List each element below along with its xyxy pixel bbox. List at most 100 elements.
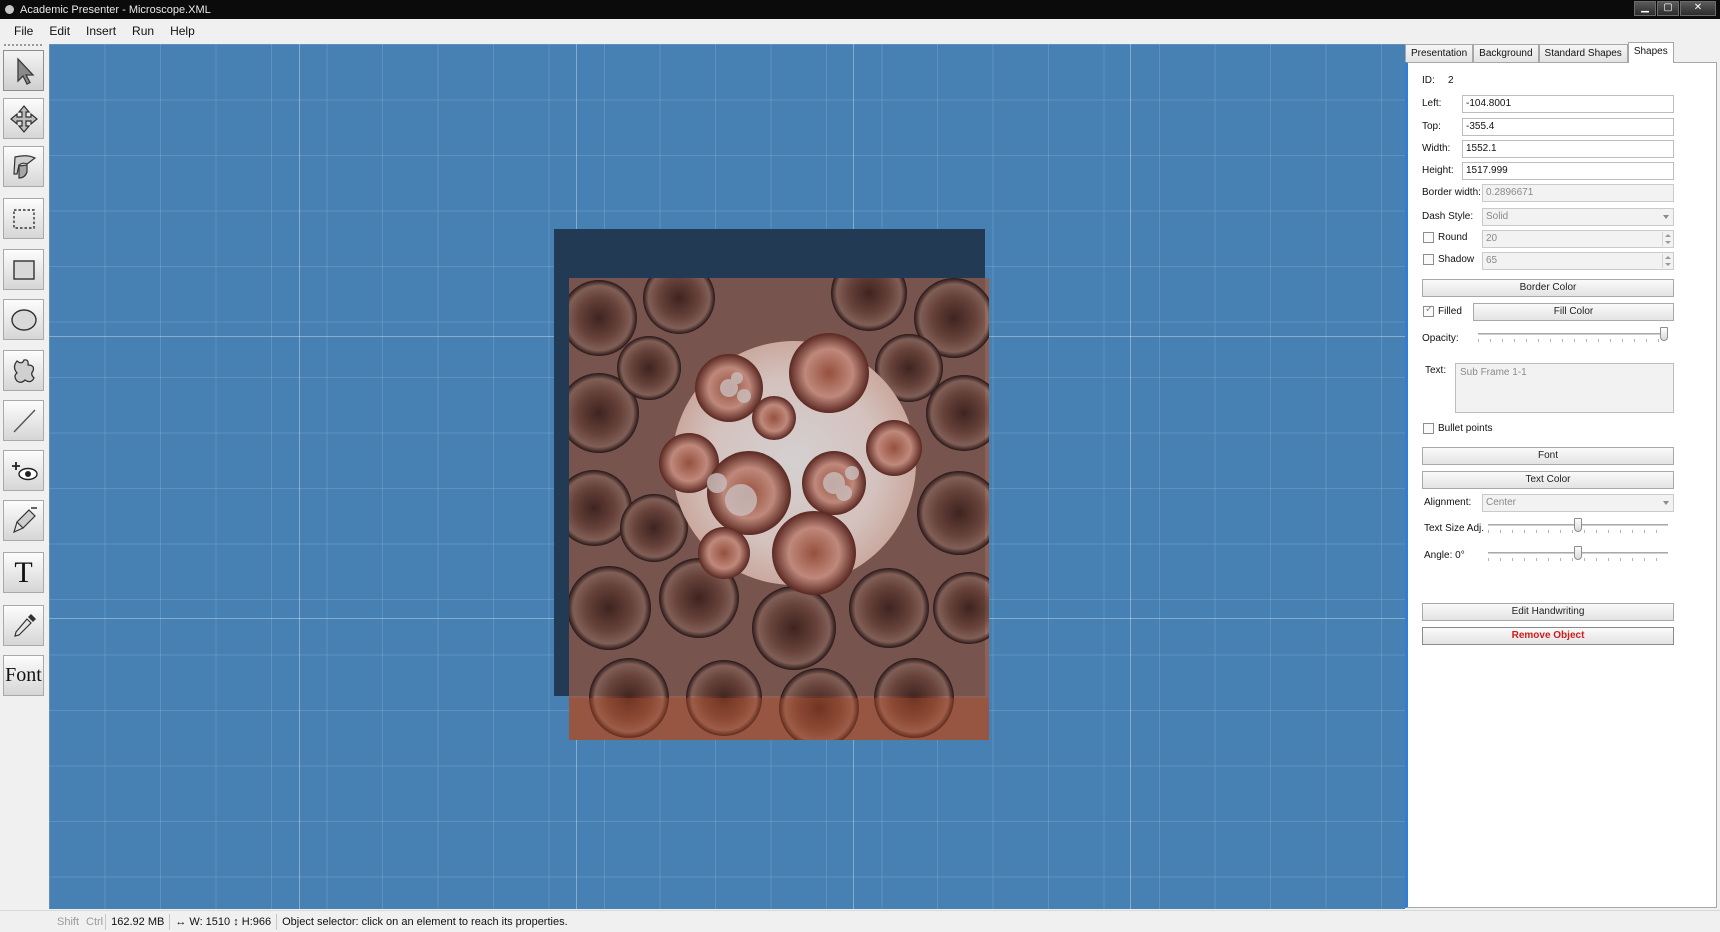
left-input[interactable]: -104.8001 (1462, 95, 1674, 113)
add-view-tool-icon (11, 461, 38, 480)
left-label: Left: (1422, 98, 1442, 109)
text-size-adj-label: Text Size Adj. (1424, 523, 1485, 534)
app-window: Academic Presenter - Microscope.XML ▁ ▢ … (0, 0, 1720, 932)
text-label: Text: (1425, 365, 1447, 376)
shadow-spinbox[interactable]: 65 (1482, 252, 1674, 270)
line-tool-icon (12, 409, 36, 432)
text-area[interactable]: Sub Frame 1-1 (1455, 363, 1674, 413)
id-label: ID: (1422, 75, 1435, 86)
shapes-tab-content: ID: 2 Left: -104.8001 Top: -355.4 Width:… (1405, 62, 1717, 908)
angle-slider[interactable] (1488, 546, 1668, 562)
alignment-value: Center (1486, 497, 1517, 508)
pan-hand-tool-button[interactable] (3, 146, 44, 187)
move-tool-button[interactable] (3, 98, 44, 139)
dash-style-value: Solid (1486, 211, 1509, 222)
move-tool-icon (9, 104, 38, 133)
angle-slider-thumb[interactable] (1574, 546, 1582, 560)
panel-tabs: Presentation Background Standard Shapes … (1405, 42, 1674, 63)
slider-track (1478, 333, 1668, 335)
window-title: Academic Presenter - Microscope.XML (20, 3, 211, 16)
alignment-select[interactable]: Center (1482, 494, 1674, 512)
menu-run[interactable]: Run (124, 24, 162, 38)
text-size-adj-slider[interactable] (1488, 518, 1668, 534)
bullet-points-checkbox[interactable] (1423, 423, 1434, 434)
pointer-tool-button[interactable] (3, 50, 44, 91)
properties-panel: Presentation Background Standard Shapes … (1405, 42, 1720, 910)
sub-frame-overlay (569, 278, 985, 696)
slider-ticks (1478, 339, 1668, 342)
chevron-down-icon (1663, 215, 1669, 219)
round-spinbox[interactable]: 20 (1482, 230, 1674, 248)
chevron-down-icon (1663, 501, 1669, 505)
font-tool-button[interactable]: Font (3, 655, 44, 696)
shadow-label: Shadow (1438, 254, 1475, 265)
status-bar: Shift Ctrl 162.92 MB ↔ W: 1510 ↕ H:966 O… (0, 910, 1720, 932)
pen-tool-button[interactable] (3, 500, 44, 541)
pan-hand-tool-icon (12, 154, 36, 179)
ctrl-indicator: Ctrl (81, 913, 107, 930)
width-label: Width: (1422, 143, 1451, 154)
title-bar: Academic Presenter - Microscope.XML ▁ ▢ … (0, 0, 1720, 19)
width-input[interactable]: 1552.1 (1462, 140, 1674, 158)
tool-palette: T Font (0, 42, 48, 910)
shadow-checkbox[interactable] (1423, 254, 1434, 265)
menu-insert[interactable]: Insert (78, 24, 124, 38)
status-message: Object selector: click on an element to … (282, 915, 568, 928)
freeform-shape-tool-icon (13, 358, 35, 383)
dash-style-label: Dash Style: (1422, 211, 1474, 222)
dash-style-select[interactable]: Solid (1482, 208, 1674, 226)
ellipse-tool-icon (10, 308, 37, 331)
line-tool-button[interactable] (3, 400, 44, 441)
marquee-select-tool-icon (12, 208, 35, 229)
menu-edit[interactable]: Edit (41, 24, 78, 38)
top-label: Top: (1422, 121, 1441, 132)
spinner-arrows-icon (1662, 254, 1672, 268)
pen-tool-icon (12, 506, 37, 533)
menu-file[interactable]: File (6, 24, 41, 38)
close-button[interactable]: ✕ (1680, 1, 1716, 16)
canvas-dimensions: ↔ W: 1510 ↕ H:966 (170, 913, 278, 930)
opacity-slider-thumb[interactable] (1660, 327, 1668, 341)
window-controls: ▁ ▢ ✕ (1634, 1, 1716, 16)
app-icon (5, 5, 14, 14)
slide-canvas[interactable] (49, 44, 1405, 909)
filled-label: Filled (1438, 306, 1462, 317)
text-size-adj-slider-thumb[interactable] (1574, 518, 1582, 532)
menu-bar: File Edit Insert Run Help (0, 19, 1720, 42)
text-tool-button[interactable]: T (3, 552, 44, 593)
tab-standard-shapes[interactable]: Standard Shapes (1538, 44, 1628, 63)
ellipse-tool-button[interactable] (3, 299, 44, 340)
shadow-value: 65 (1486, 255, 1498, 266)
freeform-shape-tool-button[interactable] (3, 350, 44, 391)
add-view-tool-button[interactable] (3, 450, 44, 491)
spinner-arrows-icon (1662, 232, 1672, 246)
tab-background[interactable]: Background (1473, 44, 1539, 63)
top-input[interactable]: -355.4 (1462, 118, 1674, 136)
minimize-button[interactable]: ▁ (1634, 1, 1656, 16)
eyedropper-tool-button[interactable] (3, 605, 44, 646)
height-input[interactable]: 1517.999 (1462, 162, 1674, 180)
opacity-slider[interactable] (1478, 327, 1668, 343)
toolbar-grip[interactable] (4, 44, 42, 46)
tab-presentation[interactable]: Presentation (1405, 44, 1474, 63)
edit-handwriting-button[interactable]: Edit Handwriting (1422, 603, 1674, 621)
filled-checkbox[interactable] (1423, 304, 1434, 317)
border-width-input[interactable]: 0.2896671 (1482, 184, 1674, 202)
remove-object-button[interactable]: Remove Object (1422, 627, 1674, 645)
round-checkbox[interactable] (1423, 232, 1434, 243)
maximize-button[interactable]: ▢ (1657, 1, 1679, 16)
rectangle-tool-button[interactable] (3, 249, 44, 290)
tab-shapes[interactable]: Shapes (1627, 42, 1674, 63)
menu-help[interactable]: Help (162, 24, 203, 38)
border-width-label: Border width: (1422, 187, 1481, 198)
marquee-select-tool-button[interactable] (3, 198, 44, 239)
text-color-button[interactable]: Text Color (1422, 471, 1674, 489)
fill-color-button[interactable]: Fill Color (1473, 303, 1674, 321)
border-color-button[interactable]: Border Color (1422, 279, 1674, 297)
font-button[interactable]: Font (1422, 447, 1674, 465)
id-value: 2 (1448, 75, 1454, 86)
text-tool-icon: T (14, 555, 33, 589)
round-value: 20 (1486, 233, 1498, 244)
font-tool-icon: Font (5, 664, 42, 686)
memory-usage: 162.92 MB (106, 913, 171, 930)
